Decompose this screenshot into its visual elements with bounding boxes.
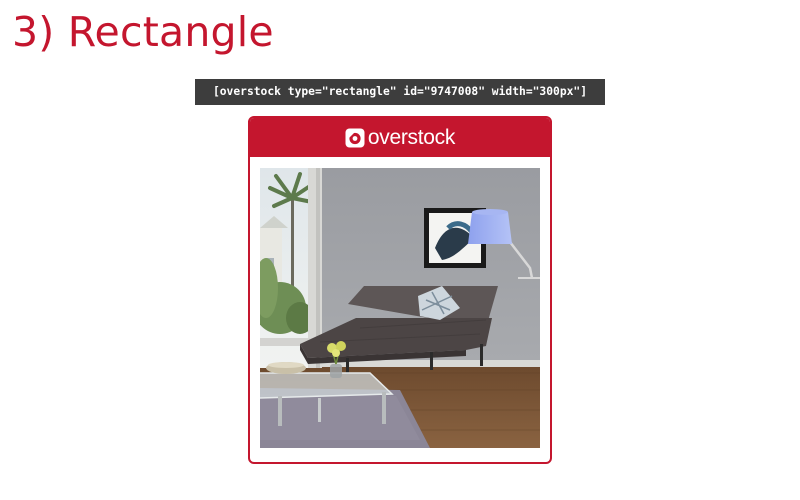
product-image[interactable] [260,168,540,448]
overstock-logo-icon [345,128,365,147]
page: 3) Rectangle [overstock type="rectangle"… [0,0,800,500]
widget-header[interactable]: overstock [250,118,550,157]
shortcode-snippet: [overstock type="rectangle" id="9747008"… [195,79,605,105]
section-title: 3) Rectangle [12,8,274,56]
overstock-rectangle-widget[interactable]: overstock [248,116,552,464]
brand-name: overstock [367,125,456,149]
